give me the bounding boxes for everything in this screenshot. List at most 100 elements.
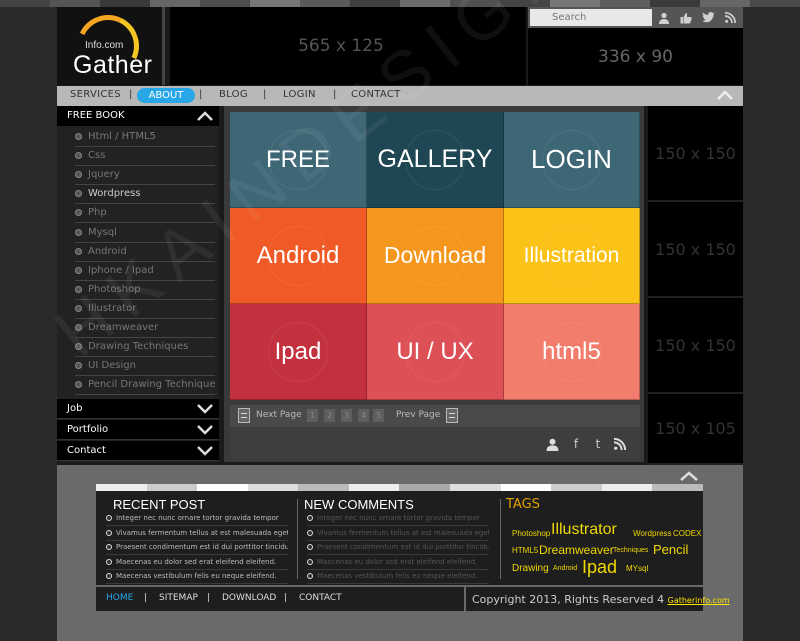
chevron-up-icon[interactable] (717, 89, 733, 101)
tile-html5[interactable]: html5 (504, 304, 640, 400)
tag-link[interactable]: Ipad (582, 557, 617, 578)
prev-page-link[interactable]: Prev Page (396, 410, 440, 420)
footer-nav-sitemap[interactable]: SITEMAP (159, 593, 198, 603)
recent-post-item[interactable]: Vivamus fermentum tellus at est malesuad… (106, 527, 288, 541)
tile-android[interactable]: Android (230, 208, 367, 304)
sidebar-title[interactable]: FREE BOOK (57, 106, 219, 126)
recent-post-item[interactable]: Maecenas vestibulum felis eu neque eleif… (106, 570, 288, 584)
tags-title: TAGS (506, 497, 540, 512)
comment-item[interactable]: Maecenas eu dolor sed erat eleifend elei… (307, 556, 489, 570)
sidebar-item[interactable]: Dreamweaver (75, 319, 215, 338)
accordion-contact[interactable]: Contact (57, 441, 219, 461)
sidebar-item[interactable]: Css (75, 147, 215, 167)
logo[interactable]: Info.com Gather (57, 6, 165, 86)
bullet-icon (307, 558, 313, 565)
facebook-icon[interactable]: f (568, 436, 584, 452)
tag-link[interactable]: Dreamweaver (539, 543, 614, 557)
banner-ad-565[interactable]: 565 x 125 (170, 7, 526, 85)
footer-nav-separator: | (207, 593, 211, 603)
sidebar-item[interactable]: Php (75, 204, 215, 224)
stripe-segment (600, 0, 650, 7)
sidebar-item[interactable]: UI Design (75, 357, 215, 377)
tag-link[interactable]: Wordpress (633, 529, 672, 538)
sidebar-item[interactable]: Iphone / Ipad (75, 262, 215, 281)
page-number[interactable]: 5 (373, 409, 384, 422)
chevron-up-icon[interactable] (680, 470, 698, 482)
comment-item[interactable]: Integer nec nunc ornare tortor gravida t… (307, 512, 489, 526)
tag-link[interactable]: Illustrator (551, 521, 617, 539)
tag-link[interactable]: Techniques (613, 547, 648, 554)
page-number[interactable]: 4 (358, 409, 369, 422)
accordion-portfolio[interactable]: Portfolio (57, 420, 219, 440)
stripe-segment (650, 0, 700, 7)
tag-link[interactable]: Photoshop (512, 529, 550, 538)
footer-divider (297, 499, 298, 579)
tile-free[interactable]: FREE (230, 112, 367, 208)
tile-download[interactable]: Download (367, 208, 504, 304)
nav-login[interactable]: LOGIN (283, 89, 316, 100)
sidebar-item[interactable]: Photoshop (75, 281, 215, 300)
recent-post-item[interactable]: Integer nec nunc ornare tortor gravida t… (106, 512, 288, 526)
tile-illustration[interactable]: Illustration (504, 208, 640, 304)
side-ad-4[interactable]: 150 x 105 (648, 394, 743, 465)
nav-about[interactable]: ABOUT (137, 88, 195, 103)
tile-label: Ipad (274, 337, 322, 365)
bullet-icon (75, 152, 82, 160)
rss-icon[interactable] (612, 436, 628, 452)
tile-ipad[interactable]: Ipad (230, 304, 367, 400)
recent-post-item[interactable]: Maecenas eu dolor sed erat eleifend elei… (106, 556, 288, 570)
sidebar-item[interactable]: Android (75, 243, 215, 262)
tag-link[interactable]: MYsql (626, 564, 648, 573)
banner-ad-336[interactable]: 336 x 90 (528, 28, 743, 85)
comment-item[interactable]: Maecenas vestibulum felis eu neque eleif… (307, 570, 489, 584)
chevron-down-icon (197, 404, 213, 414)
nav-blog[interactable]: BLOG (219, 89, 248, 100)
sidebar-item[interactable]: Mysql (75, 224, 215, 243)
tile-gallery[interactable]: GALLERY (367, 112, 504, 208)
stripe-segment (150, 0, 200, 7)
tile-login[interactable]: LOGIN (504, 112, 640, 208)
footer-nav-download[interactable]: DOWNLOAD (222, 593, 276, 603)
side-ad-2[interactable]: 150 x 150 (648, 202, 743, 298)
sidebar-item-label: Html / HTML5 (88, 131, 156, 142)
side-ad-3[interactable]: 150 x 150 (648, 298, 743, 394)
bullet-icon (106, 558, 112, 565)
tile-label: Android (256, 241, 340, 269)
stripe-segment (50, 0, 100, 7)
comment-item[interactable]: Praesent condimentum est id dui porttito… (307, 541, 489, 555)
search-input[interactable] (530, 9, 652, 26)
tile-ui-ux[interactable]: UI / UX (367, 304, 504, 400)
footer-nav-home[interactable]: HOME (106, 593, 133, 603)
bullet-icon (307, 529, 313, 536)
recent-post-item[interactable]: Praesent condimentum est id dui porttito… (106, 541, 288, 555)
sidebar-item[interactable]: Illustrator (75, 300, 215, 319)
side-ad-1[interactable]: 150 x 150 (648, 106, 743, 202)
tag-link[interactable]: Pencil (653, 542, 688, 557)
page-number[interactable]: 2 (324, 409, 335, 422)
sidebar-item[interactable]: Jquery (75, 166, 215, 186)
page-number[interactable]: 1 (307, 409, 318, 422)
nav-services[interactable]: SERVICES (70, 89, 121, 100)
comment-item[interactable]: Vivamus fermentum tellus at est malesuad… (307, 527, 489, 541)
stripe-segment (300, 0, 350, 7)
twitter-icon[interactable] (698, 9, 718, 26)
accordion-job[interactable]: Job (57, 399, 219, 419)
page-number[interactable]: 3 (341, 409, 352, 422)
next-page-link[interactable]: Next Page (256, 410, 302, 420)
sidebar-item[interactable]: Drawing Techniques (75, 338, 215, 358)
sidebar-item[interactable]: Pencil Drawing Techniques (75, 376, 215, 396)
nav-contact[interactable]: CONTACT (351, 89, 401, 100)
user-icon[interactable] (654, 9, 674, 26)
tag-link[interactable]: Android (553, 565, 577, 572)
twitter-icon[interactable]: t (590, 436, 606, 452)
tag-link[interactable]: HTML5 (512, 546, 538, 555)
copyright-link[interactable]: Gatherinfo.com (668, 596, 730, 605)
tag-link[interactable]: Drawing (512, 563, 549, 574)
sidebar-item[interactable]: Wordpress (75, 185, 215, 205)
user-icon[interactable] (544, 436, 560, 452)
rss-icon[interactable] (720, 9, 740, 26)
thumbs-up-icon[interactable] (676, 9, 696, 26)
sidebar-item[interactable]: Html / HTML5 (75, 128, 215, 147)
footer-nav-contact[interactable]: CONTACT (299, 593, 342, 603)
tag-link[interactable]: CODEX (673, 529, 701, 538)
